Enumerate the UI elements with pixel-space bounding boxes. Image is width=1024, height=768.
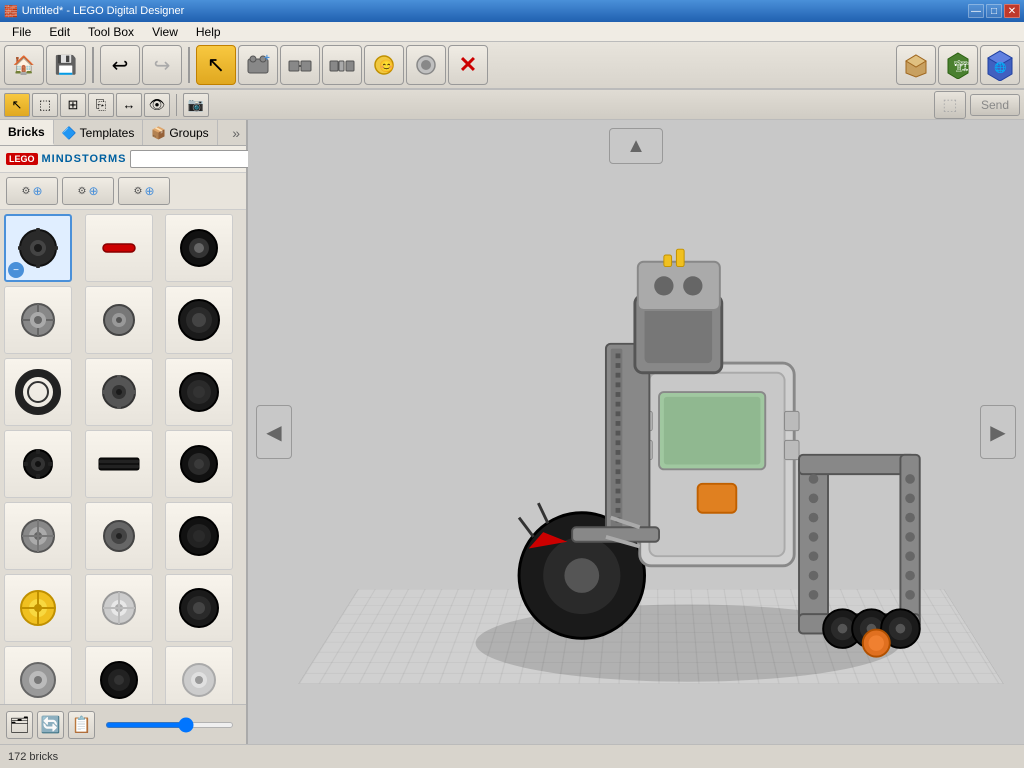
- camera-button[interactable]: 📷: [183, 93, 209, 117]
- eye-button[interactable]: [406, 45, 446, 85]
- brick-tire-4[interactable]: [165, 502, 233, 570]
- robot-model: [408, 170, 968, 730]
- menu-item-view[interactable]: View: [144, 23, 186, 41]
- tab-templates[interactable]: 🔷 Templates: [54, 120, 144, 145]
- view-grid-button[interactable]: 🔄: [37, 711, 64, 739]
- brick-ring[interactable]: [4, 358, 72, 426]
- quick-add-1[interactable]: ⚙⊕: [6, 177, 58, 205]
- svg-text:😊: 😊: [379, 59, 394, 73]
- brick-tire-6[interactable]: [85, 646, 153, 704]
- tab-bar: Bricks 🔷 Templates 📦 Groups »: [0, 120, 246, 146]
- building-instructions-button[interactable]: 🌐: [980, 45, 1020, 85]
- quick-add-3[interactable]: ⚙⊕: [118, 177, 170, 205]
- brick-count: 172 bricks: [8, 751, 58, 763]
- zoom-slider[interactable]: [105, 722, 234, 728]
- minimize-button[interactable]: —: [968, 4, 984, 18]
- titlebar: 🧱 Untitled* - LEGO Digital Designer — □ …: [0, 0, 1024, 22]
- svg-text:+: +: [264, 53, 270, 64]
- clone-button[interactable]: ⎘: [88, 93, 114, 117]
- tab-groups[interactable]: 📦 Groups: [143, 120, 217, 145]
- brick-wheel-hub-1[interactable]: [4, 286, 72, 354]
- brick-tire-3[interactable]: [165, 430, 233, 498]
- close-button[interactable]: ✕: [1004, 4, 1020, 18]
- bricks-grid: −: [0, 210, 246, 704]
- hinge-button[interactable]: [280, 45, 320, 85]
- building-guide-button[interactable]: 🏗: [938, 45, 978, 85]
- nav-right-button[interactable]: ▶: [980, 405, 1016, 459]
- svg-text:🌐: 🌐: [994, 61, 1006, 74]
- brand-name: MINDSTORMS: [42, 153, 127, 165]
- 3d-scene: [248, 120, 1024, 744]
- brick-wheel-6[interactable]: [165, 646, 233, 704]
- view-list-button[interactable]: 🗂: [6, 711, 33, 739]
- select-group-button[interactable]: ⊞: [60, 93, 86, 117]
- tab-bricks[interactable]: Bricks: [0, 120, 54, 145]
- brick-axle[interactable]: [85, 430, 153, 498]
- add-brick-button[interactable]: +: [238, 45, 278, 85]
- brick-wheel-hub-2[interactable]: [85, 286, 153, 354]
- menu-item-edit[interactable]: Edit: [41, 23, 78, 41]
- redo-button[interactable]: ↪: [142, 45, 182, 85]
- maximize-button[interactable]: □: [986, 4, 1002, 18]
- hide-button[interactable]: 👁: [144, 93, 170, 117]
- save-button[interactable]: 💾: [46, 45, 86, 85]
- move-button[interactable]: ↔: [116, 93, 142, 117]
- brick-wheel-5[interactable]: [4, 646, 72, 704]
- brick-gear-small[interactable]: [4, 430, 72, 498]
- deselect-button[interactable]: ⬚: [32, 93, 58, 117]
- toolbar-separator-2: [188, 47, 190, 83]
- brick-wheel-hub-3[interactable]: [4, 502, 72, 570]
- brick-gear-dark[interactable]: −: [4, 214, 72, 282]
- send-icon-1[interactable]: ⬚: [934, 91, 966, 119]
- bottom-tools: 🗂 🔄 📋: [0, 704, 246, 744]
- secondary-toolbar: ↖ ⬚ ⊞ ⎘ ↔ 👁 📷 ⬚ Send: [0, 90, 1024, 120]
- brick-gear-5[interactable]: [85, 502, 153, 570]
- brick-wheel-hub-4[interactable]: [85, 574, 153, 642]
- brick-wheel-yellow[interactable]: [4, 574, 72, 642]
- quick-add-2[interactable]: ⚙⊕: [62, 177, 114, 205]
- brick-wheel-small[interactable]: [165, 214, 233, 282]
- viewport: ▲ ◀ ▶: [248, 120, 1024, 744]
- brick-bar-red[interactable]: [85, 214, 153, 282]
- menubar: FileEditTool BoxViewHelp: [0, 22, 1024, 42]
- toolbar2-separator: [176, 94, 177, 116]
- main-toolbar: 🏠 💾 ↩ ↪ ↖ + 😊: [0, 42, 1024, 90]
- undo-button[interactable]: ↩: [100, 45, 140, 85]
- lego-logo: LEGO: [6, 153, 38, 165]
- menu-item-help[interactable]: Help: [188, 23, 229, 41]
- toolbar-separator-1: [92, 47, 94, 83]
- home-button[interactable]: 🏠: [4, 45, 44, 85]
- paint-button[interactable]: 😊: [364, 45, 404, 85]
- main-content: Bricks 🔷 Templates 📦 Groups » LEGO MINDS…: [0, 120, 1024, 744]
- titlebar-left: 🧱 Untitled* - LEGO Digital Designer: [4, 5, 184, 18]
- select-button[interactable]: ↖: [196, 45, 236, 85]
- brick-tire-2[interactable]: [165, 358, 233, 426]
- nav-left-button[interactable]: ◀: [256, 405, 292, 459]
- delete-button[interactable]: ✕: [448, 45, 488, 85]
- select-mode-button[interactable]: ↖: [4, 93, 30, 117]
- menu-item-tool-box[interactable]: Tool Box: [80, 23, 142, 41]
- flex-hinge-button[interactable]: [322, 45, 362, 85]
- brick-gear-medium[interactable]: [85, 358, 153, 426]
- brick-tire-5[interactable]: [165, 574, 233, 642]
- app-icon: 🧱: [4, 5, 18, 18]
- brick-tire-large[interactable]: [165, 286, 233, 354]
- svg-text:🏗: 🏗: [954, 59, 969, 73]
- nav-up-button[interactable]: ▲: [609, 128, 663, 164]
- quick-add-row: ⚙⊕ ⚙⊕ ⚙⊕: [0, 173, 246, 210]
- statusbar: 172 bricks: [0, 744, 1024, 768]
- brand-area: LEGO MINDSTORMS: [0, 146, 246, 173]
- view-details-button[interactable]: 📋: [68, 711, 95, 739]
- app-title: Untitled* - LEGO Digital Designer: [22, 5, 185, 17]
- scene-view-button[interactable]: [896, 45, 936, 85]
- menu-item-file[interactable]: File: [4, 23, 39, 41]
- tabs-collapse-button[interactable]: »: [226, 123, 246, 143]
- left-panel: Bricks 🔷 Templates 📦 Groups » LEGO MINDS…: [0, 120, 248, 744]
- send-button[interactable]: Send: [970, 94, 1020, 116]
- titlebar-controls: — □ ✕: [968, 4, 1020, 18]
